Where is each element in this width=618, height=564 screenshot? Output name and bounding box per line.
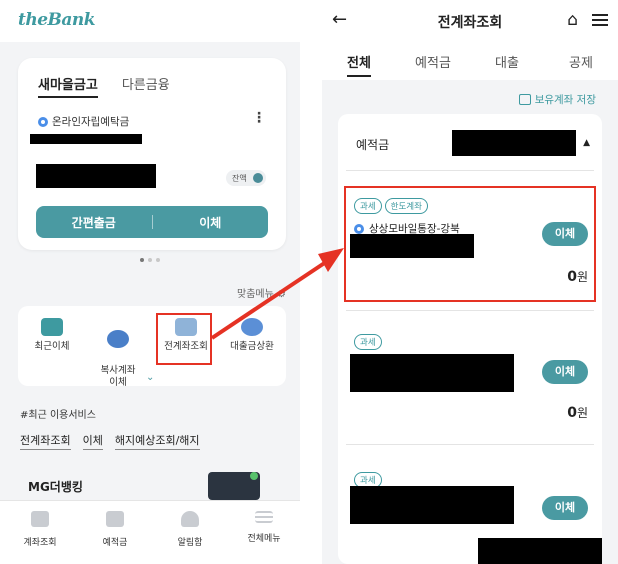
menu-item-label: 최근이체 <box>34 341 70 352</box>
recent-services-links: 전계좌조회 이체 해지예상조회/해지 <box>20 432 200 450</box>
menu-item-loan-repay[interactable]: 대출금상환 <box>222 318 282 353</box>
divider <box>346 170 594 171</box>
recent-link[interactable]: 해지예상조회/해지 <box>114 432 200 450</box>
highlight-box-account <box>344 186 596 302</box>
balance-toggle[interactable]: 잔액 <box>226 170 266 186</box>
menu-item-recent-transfer[interactable]: 최근이체 <box>22 318 82 353</box>
nav-all-menu[interactable]: 전체메뉴 <box>234 511 294 544</box>
account-item[interactable]: 과세 <box>354 468 586 488</box>
pager-dot[interactable] <box>156 258 160 262</box>
redacted-bottom <box>478 538 602 564</box>
bell-icon <box>181 511 199 527</box>
bag-icon <box>106 511 124 527</box>
recent-link[interactable]: 이체 <box>82 432 103 450</box>
nav-label: 계좌조회 <box>23 538 57 548</box>
account-name-label: 온라인자립예탁금 <box>52 116 130 128</box>
highlight-box-inquiry <box>156 313 212 365</box>
recent-link[interactable]: 전계좌조회 <box>20 432 71 450</box>
app-logo: theBank <box>18 10 96 30</box>
screenshot-root: theBank 새마을금고 다른금융 온라인자립예탁금 ⋮ 잔액 간편출금 이체 <box>0 0 618 564</box>
hamburger-icon[interactable] <box>592 14 608 26</box>
save-accounts-link[interactable]: 보유계좌 저장 <box>518 92 596 107</box>
nav-label: 알림함 <box>177 538 203 548</box>
card-action-bar: 간편출금 이체 <box>36 206 268 238</box>
redacted-account-info <box>350 354 514 392</box>
collapse-caret-icon[interactable]: ▲ <box>583 138 590 148</box>
tab-mutual-aid[interactable]: 공제 <box>544 52 618 76</box>
account-card: 새마을금고 다른금융 온라인자립예탁금 ⋮ 잔액 간편출금 이체 <box>18 58 286 250</box>
copy-account-icon <box>107 330 129 348</box>
pager-dot[interactable] <box>148 258 152 262</box>
wallet-icon <box>31 511 49 527</box>
hamburger-icon <box>255 511 273 523</box>
account-item[interactable]: 과세 <box>354 330 586 350</box>
chevron-down-icon[interactable]: ⌄ <box>146 372 154 383</box>
custom-menu-link[interactable]: 맞춤메뉴 ⚙ <box>237 285 286 300</box>
category-tabs: 전체 예적금 대출 공제 <box>322 52 618 77</box>
nav-account-inquiry[interactable]: 계좌조회 <box>10 511 70 548</box>
banner-title: MG더뱅킹 <box>28 480 83 494</box>
divider <box>346 444 594 445</box>
redacted-account-info <box>350 486 514 524</box>
home-icon[interactable]: ⌂ <box>567 10 578 30</box>
badge-icon <box>250 472 258 480</box>
transfer-button[interactable]: 이체 <box>542 496 588 520</box>
loan-repay-icon <box>241 318 263 336</box>
nav-label: 전체메뉴 <box>247 534 281 544</box>
custom-menu-label: 맞춤메뉴 <box>237 289 274 300</box>
recent-transfer-icon <box>41 318 63 336</box>
tab-all[interactable]: 전체 <box>322 52 396 77</box>
redacted-account-number <box>30 134 142 144</box>
download-icon <box>518 94 531 105</box>
carousel-pager <box>140 258 160 262</box>
quick-withdraw-button[interactable]: 간편출금 <box>36 214 152 231</box>
save-accounts-label: 보유계좌 저장 <box>534 94 596 106</box>
balance-value: 0 <box>567 405 577 421</box>
section-label: 예적금 <box>356 138 390 152</box>
account-balance: 0원 <box>567 404 588 421</box>
pager-dot[interactable] <box>140 258 144 262</box>
menu-item-copy-transfer[interactable]: 복사계좌 이체 <box>88 318 148 389</box>
gear-icon: ⚙ <box>277 289 286 300</box>
redacted-total <box>452 130 576 156</box>
currency-label: 원 <box>576 406 588 420</box>
tab-other-banks[interactable]: 다른금융 <box>122 74 170 98</box>
bank-tabs: 새마을금고 다른금융 <box>38 74 170 98</box>
deposit-panel: 예적금 ▲ 과세 한도계좌 상상모바일통장-강북 이체 0원 과세 이체 0원 … <box>338 114 602 564</box>
menu-item-label: 대출금상환 <box>230 341 274 352</box>
balance-toggle-label: 잔액 <box>232 173 247 183</box>
nav-deposits[interactable]: 예적금 <box>85 511 145 548</box>
transfer-button[interactable]: 이체 <box>153 214 269 231</box>
home-screen: theBank 새마을금고 다른금융 온라인자립예탁금 ⋮ 잔액 간편출금 이체 <box>0 0 300 564</box>
more-options-icon[interactable]: ⋮ <box>252 110 266 126</box>
toggle-knob <box>253 173 263 183</box>
redacted-balance <box>36 164 156 188</box>
nav-label: 예적금 <box>102 538 128 548</box>
divider <box>346 310 594 311</box>
tab-deposits[interactable]: 예적금 <box>396 52 470 76</box>
quick-menu: 최근이체 복사계좌 이체 전계좌조회 대출금상환 ⌄ <box>18 306 286 389</box>
bottom-nav: 계좌조회 예적금 알림함 전체메뉴 <box>0 500 300 564</box>
menu-item-label: 복사계좌 이체 <box>100 365 136 388</box>
account-name[interactable]: 온라인자립예탁금 <box>38 114 129 129</box>
tab-mg-bank[interactable]: 새마을금고 <box>38 74 98 98</box>
nav-notifications[interactable]: 알림함 <box>160 511 220 548</box>
recent-services-title: #최근 이용서비스 <box>20 410 96 421</box>
transfer-button[interactable]: 이체 <box>542 360 588 384</box>
account-type-icon <box>38 116 48 127</box>
tax-badge: 과세 <box>354 334 382 350</box>
tab-loans[interactable]: 대출 <box>470 52 544 76</box>
tab-label: 전체 <box>347 56 371 77</box>
